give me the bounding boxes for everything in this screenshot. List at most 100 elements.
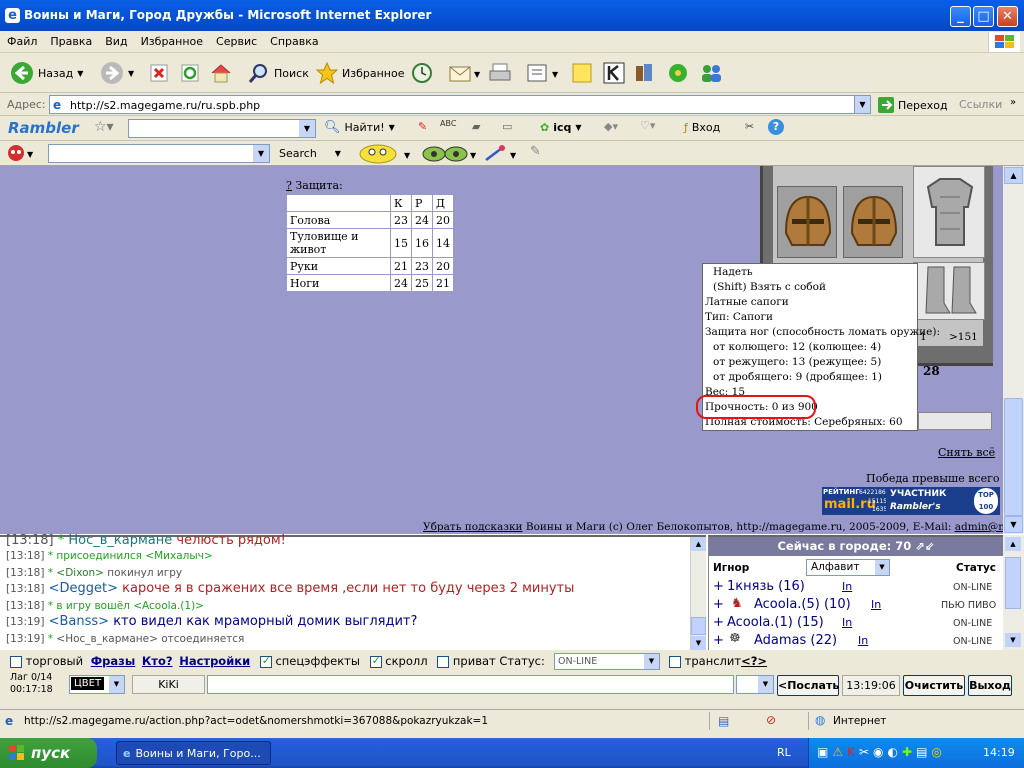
secondary-dropdown-icon[interactable]: ▼: [253, 145, 269, 162]
clear-button[interactable]: Очистить: [903, 675, 965, 696]
icq-button[interactable]: ✿ icq ▼: [540, 121, 582, 134]
sort-select[interactable]: Алфавит ▼: [806, 559, 890, 576]
tools-icon[interactable]: ✂: [745, 120, 754, 133]
msg-nick[interactable]: <Banss>: [49, 614, 109, 629]
back-button[interactable]: Назад ▼: [10, 61, 83, 85]
login-button[interactable]: ƒ Вход: [684, 121, 720, 134]
menu-favorites[interactable]: Избранное: [134, 31, 209, 48]
tray-warning-icon[interactable]: ⚠: [832, 745, 843, 759]
chat-scroll-down-icon[interactable]: ▼: [691, 636, 706, 650]
send-button[interactable]: <Послать: [777, 675, 839, 696]
msg-nick[interactable]: Нос_в_кармане: [68, 533, 172, 548]
chat-scroll-thumb[interactable]: [691, 617, 706, 635]
tray-security-icon[interactable]: ✚: [902, 745, 912, 759]
help-icon[interactable]: ?: [768, 119, 784, 135]
scroll-thumb[interactable]: [1004, 398, 1023, 516]
protection-help-link[interactable]: ?: [286, 179, 292, 192]
player-info-link[interactable]: In: [871, 598, 881, 611]
mail-icon[interactable]: ▼: [448, 62, 482, 84]
player-name[interactable]: Acoola.(5) (10): [754, 597, 851, 612]
pencil-icon[interactable]: ✎: [418, 120, 427, 133]
refresh-arrows-icon[interactable]: ⇗⇙: [915, 539, 934, 553]
tray-disk-icon[interactable]: ◉: [873, 745, 883, 759]
form-icon[interactable]: ▭: [502, 120, 512, 133]
rambler-find-button[interactable]: 🔍︎ Найти! ▼: [324, 120, 395, 135]
page-scrollbar[interactable]: ▲ ▼: [1003, 166, 1024, 534]
secondary-search-button[interactable]: Search ▼: [279, 147, 341, 160]
close-button[interactable]: ✕: [997, 6, 1018, 27]
equipment-field[interactable]: [918, 412, 992, 430]
stop-icon[interactable]: [149, 63, 169, 83]
mailru-rating-badge[interactable]: РЕЙТИНГ 642218636 mail.ru 151153 1635: [822, 487, 893, 515]
msg-nick[interactable]: <Михалыч>: [145, 550, 212, 562]
icq-flower-icon[interactable]: [667, 62, 689, 84]
refresh-icon[interactable]: [180, 63, 200, 83]
k-icon[interactable]: [603, 62, 625, 84]
note-icon[interactable]: [571, 62, 593, 84]
home-icon[interactable]: [210, 62, 232, 84]
secondary-search-input[interactable]: ▼: [48, 144, 270, 163]
expand-icon[interactable]: +: [713, 579, 724, 594]
paint-icon[interactable]: ◆▾: [604, 120, 618, 133]
history-icon[interactable]: [411, 62, 433, 84]
taskbar-task-ie[interactable]: e Воины и Маги, Горо...: [116, 741, 271, 765]
chat-scroll-up-icon[interactable]: ▲: [691, 537, 706, 551]
status-dropdown-icon[interactable]: ▼: [644, 654, 659, 669]
helmet-slot-1[interactable]: [777, 186, 837, 258]
spellcheck-icon[interactable]: ABC: [440, 119, 456, 128]
msg-nick[interactable]: <Нос_в_кармане>: [56, 633, 158, 645]
popup-blocked-icon[interactable]: ⊘: [766, 713, 776, 727]
settings-link[interactable]: Настройки: [179, 654, 250, 668]
rambler-logo[interactable]: Rambler: [8, 119, 79, 137]
rambler-star-icon[interactable]: ☆▾: [94, 119, 114, 135]
eraser-icon[interactable]: ▰: [472, 120, 480, 133]
player-name[interactable]: Adamas (22): [754, 633, 837, 648]
private-checkbox[interactable]: [437, 655, 450, 668]
tray-volume-icon[interactable]: ◐: [888, 745, 898, 759]
who-scroll-down-icon[interactable]: ▼: [1005, 633, 1021, 647]
translit-checkbox[interactable]: [669, 655, 681, 668]
effects-checkbox[interactable]: [259, 654, 272, 668]
menu-file[interactable]: Файл: [0, 31, 43, 48]
menu-view[interactable]: Вид: [98, 31, 133, 48]
links-chevron-icon[interactable]: »: [1010, 97, 1016, 108]
message-input[interactable]: [207, 675, 734, 694]
who-scrollbar[interactable]: ▲ ▼: [1003, 535, 1024, 650]
research-icon[interactable]: [634, 62, 656, 84]
eyes-icon[interactable]: ▼: [420, 143, 478, 165]
edit-icon[interactable]: ▼: [526, 62, 560, 84]
tray-network-icon[interactable]: ▣: [817, 745, 828, 759]
address-dropdown-icon[interactable]: ▼: [854, 96, 870, 113]
who-link[interactable]: Кто?: [142, 654, 173, 668]
phrases-link[interactable]: Фразы: [91, 654, 135, 668]
tray-update-icon[interactable]: ◎: [931, 745, 941, 759]
expand-icon[interactable]: +: [713, 597, 724, 612]
maximize-button[interactable]: □: [973, 6, 994, 27]
translit-help-link[interactable]: <?>: [741, 654, 767, 668]
expand-icon[interactable]: +: [713, 615, 724, 630]
take-link[interactable]: (Shift) Взять с собой: [705, 280, 915, 295]
tray-display-icon[interactable]: ▤: [916, 745, 927, 759]
player-info-link[interactable]: In: [858, 634, 868, 647]
color-select[interactable]: ЦВЕТ ▼: [69, 675, 125, 694]
chat-scrollbar[interactable]: ▲ ▼: [690, 537, 706, 650]
forward-button[interactable]: ▼: [100, 61, 134, 85]
recipient-select[interactable]: ▼: [736, 675, 774, 694]
go-button[interactable]: Переход: [878, 97, 948, 113]
start-button[interactable]: пуск: [0, 738, 97, 768]
player-name[interactable]: Acoola.(1) (15): [727, 615, 824, 630]
scroll-up-icon[interactable]: ▲: [1004, 167, 1023, 184]
player-info-link[interactable]: In: [842, 616, 852, 629]
wear-link[interactable]: Надеть: [705, 265, 915, 280]
rambler-top100-badge[interactable]: УЧАСТНИК Rambler's TOP 100: [886, 487, 1000, 515]
favorites-button[interactable]: Избранное: [316, 62, 404, 84]
remove-all-link[interactable]: Снять всё: [938, 446, 995, 459]
language-indicator[interactable]: RL: [777, 746, 791, 759]
monkey-icon[interactable]: ▼: [6, 144, 34, 162]
rambler-search-input[interactable]: ▼: [128, 119, 316, 138]
msg-nick[interactable]: <Dixon>: [56, 567, 104, 579]
scroll-down-icon[interactable]: ▼: [1004, 516, 1023, 533]
expand-icon[interactable]: +: [713, 633, 724, 648]
player-name[interactable]: 1князь (16): [727, 579, 805, 594]
recipient-dropdown-icon[interactable]: ▼: [758, 676, 773, 693]
